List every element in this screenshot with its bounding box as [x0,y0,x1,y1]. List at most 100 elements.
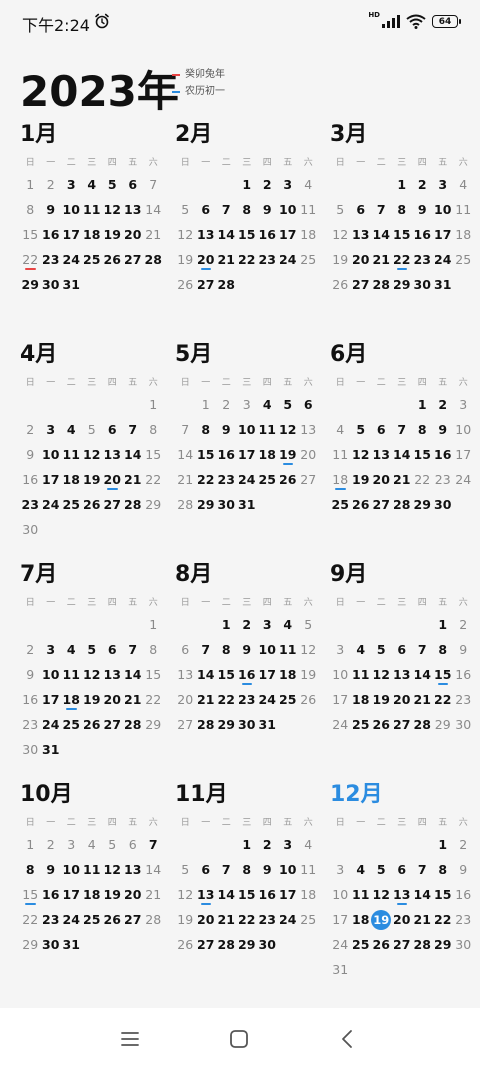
day-cell[interactable]: 1 [143,392,164,417]
day-cell[interactable]: 28 [123,492,144,517]
day-cell[interactable]: 7 [412,637,433,662]
day-cell[interactable]: 25 [330,492,351,517]
day-cell[interactable]: 15 [237,882,258,907]
day-cell[interactable]: 24 [237,467,258,492]
day-cell[interactable]: 6 [123,832,144,857]
day-cell[interactable]: 4 [82,832,103,857]
day-cell[interactable]: 4 [61,417,82,442]
day-cell[interactable]: 25 [61,712,82,737]
day-cell[interactable]: 6 [196,857,217,882]
day-cell[interactable]: 16 [433,442,454,467]
day-cell[interactable]: 9 [20,442,41,467]
day-cell[interactable]: 9 [216,417,237,442]
day-cell[interactable]: 2 [20,637,41,662]
day-cell[interactable]: 18 [330,467,351,492]
day-cell[interactable]: 15 [143,442,164,467]
day-cell[interactable]: 30 [257,932,278,957]
day-cell[interactable]: 5 [82,637,103,662]
day-cell[interactable]: 11 [453,197,474,222]
day-cell[interactable]: 9 [41,857,62,882]
day-cell[interactable]: 1 [433,832,454,857]
day-cell[interactable]: 25 [453,247,474,272]
day-cell[interactable]: 14 [123,442,144,467]
day-cell[interactable]: 28 [216,272,237,297]
day-cell[interactable]: 23 [41,907,62,932]
day-cell[interactable]: 11 [82,197,103,222]
day-cell[interactable]: 8 [392,197,413,222]
day-cell[interactable]: 27 [196,932,217,957]
day-cell[interactable]: 14 [216,882,237,907]
day-cell[interactable]: 28 [412,712,433,737]
day-cell[interactable]: 12 [175,222,196,247]
day-cell[interactable]: 18 [61,467,82,492]
month-12[interactable]: 12月日一二三四五六 1 2 3 4 5 6 7 8 9 10 11 12 13 14 15 16 17 18 19 2… [330,780,480,982]
day-cell[interactable]: 4 [298,832,319,857]
day-cell[interactable]: 11 [82,857,103,882]
day-cell[interactable]: 9 [257,857,278,882]
day-cell[interactable]: 31 [433,272,454,297]
day-cell[interactable]: 25 [351,932,372,957]
day-cell[interactable]: 29 [237,932,258,957]
day-cell[interactable]: 17 [41,687,62,712]
day-cell[interactable]: 10 [278,197,299,222]
day-cell[interactable]: 16 [41,222,62,247]
day-cell[interactable]: 25 [351,712,372,737]
day-cell[interactable]: 11 [61,442,82,467]
day-cell[interactable]: 19 [175,247,196,272]
day-cell[interactable]: 19 [298,662,319,687]
day-cell[interactable]: 6 [371,417,392,442]
day-cell[interactable]: 18 [257,442,278,467]
day-cell[interactable]: 17 [278,882,299,907]
day-cell[interactable]: 27 [123,247,144,272]
day-cell[interactable]: 21 [412,687,433,712]
day-cell[interactable]: 14 [371,222,392,247]
day-cell[interactable]: 19 [102,222,123,247]
day-cell[interactable]: 21 [175,467,196,492]
day-cell[interactable]: 13 [392,662,413,687]
day-cell[interactable]: 13 [196,882,217,907]
day-cell[interactable]: 6 [196,197,217,222]
day-cell[interactable]: 15 [412,442,433,467]
day-cell[interactable]: 27 [392,932,413,957]
day-cell[interactable]: 18 [351,687,372,712]
day-cell[interactable]: 13 [123,857,144,882]
day-cell[interactable]: 6 [392,857,413,882]
day-cell[interactable]: 18 [298,882,319,907]
day-cell[interactable]: 9 [412,197,433,222]
day-cell[interactable]: 22 [237,247,258,272]
day-cell[interactable]: 13 [102,442,123,467]
day-cell[interactable]: 30 [412,272,433,297]
day-cell[interactable]: 30 [20,737,41,762]
day-cell[interactable]: 23 [412,247,433,272]
day-cell[interactable]: 9 [20,662,41,687]
day-cell[interactable]: 12 [351,442,372,467]
day-cell[interactable]: 9 [257,197,278,222]
day-cell[interactable]: 5 [351,417,372,442]
day-cell[interactable]: 16 [453,882,474,907]
day-cell[interactable]: 23 [20,712,41,737]
day-cell[interactable]: 29 [20,272,41,297]
day-cell[interactable]: 13 [371,442,392,467]
day-cell[interactable]: 25 [278,687,299,712]
day-cell[interactable]: 7 [123,637,144,662]
day-cell[interactable]: 24 [330,932,351,957]
day-cell[interactable]: 29 [433,712,454,737]
day-cell[interactable]: 5 [82,417,103,442]
day-cell[interactable]: 10 [257,637,278,662]
day-cell[interactable]: 2 [453,832,474,857]
day-cell[interactable]: 5 [278,392,299,417]
day-cell[interactable]: 1 [392,172,413,197]
day-cell[interactable]: 11 [61,662,82,687]
day-cell[interactable]: 4 [351,857,372,882]
day-cell[interactable]: 2 [41,172,62,197]
day-cell[interactable]: 6 [102,637,123,662]
day-cell[interactable]: 28 [143,907,164,932]
day-cell[interactable]: 7 [216,857,237,882]
day-cell[interactable]: 3 [433,172,454,197]
day-cell[interactable]: 15 [433,662,454,687]
day-cell[interactable]: 23 [41,247,62,272]
day-cell[interactable]: 2 [257,832,278,857]
day-cell[interactable]: 7 [196,637,217,662]
day-cell[interactable]: 19 [175,907,196,932]
day-cell[interactable]: 8 [237,197,258,222]
